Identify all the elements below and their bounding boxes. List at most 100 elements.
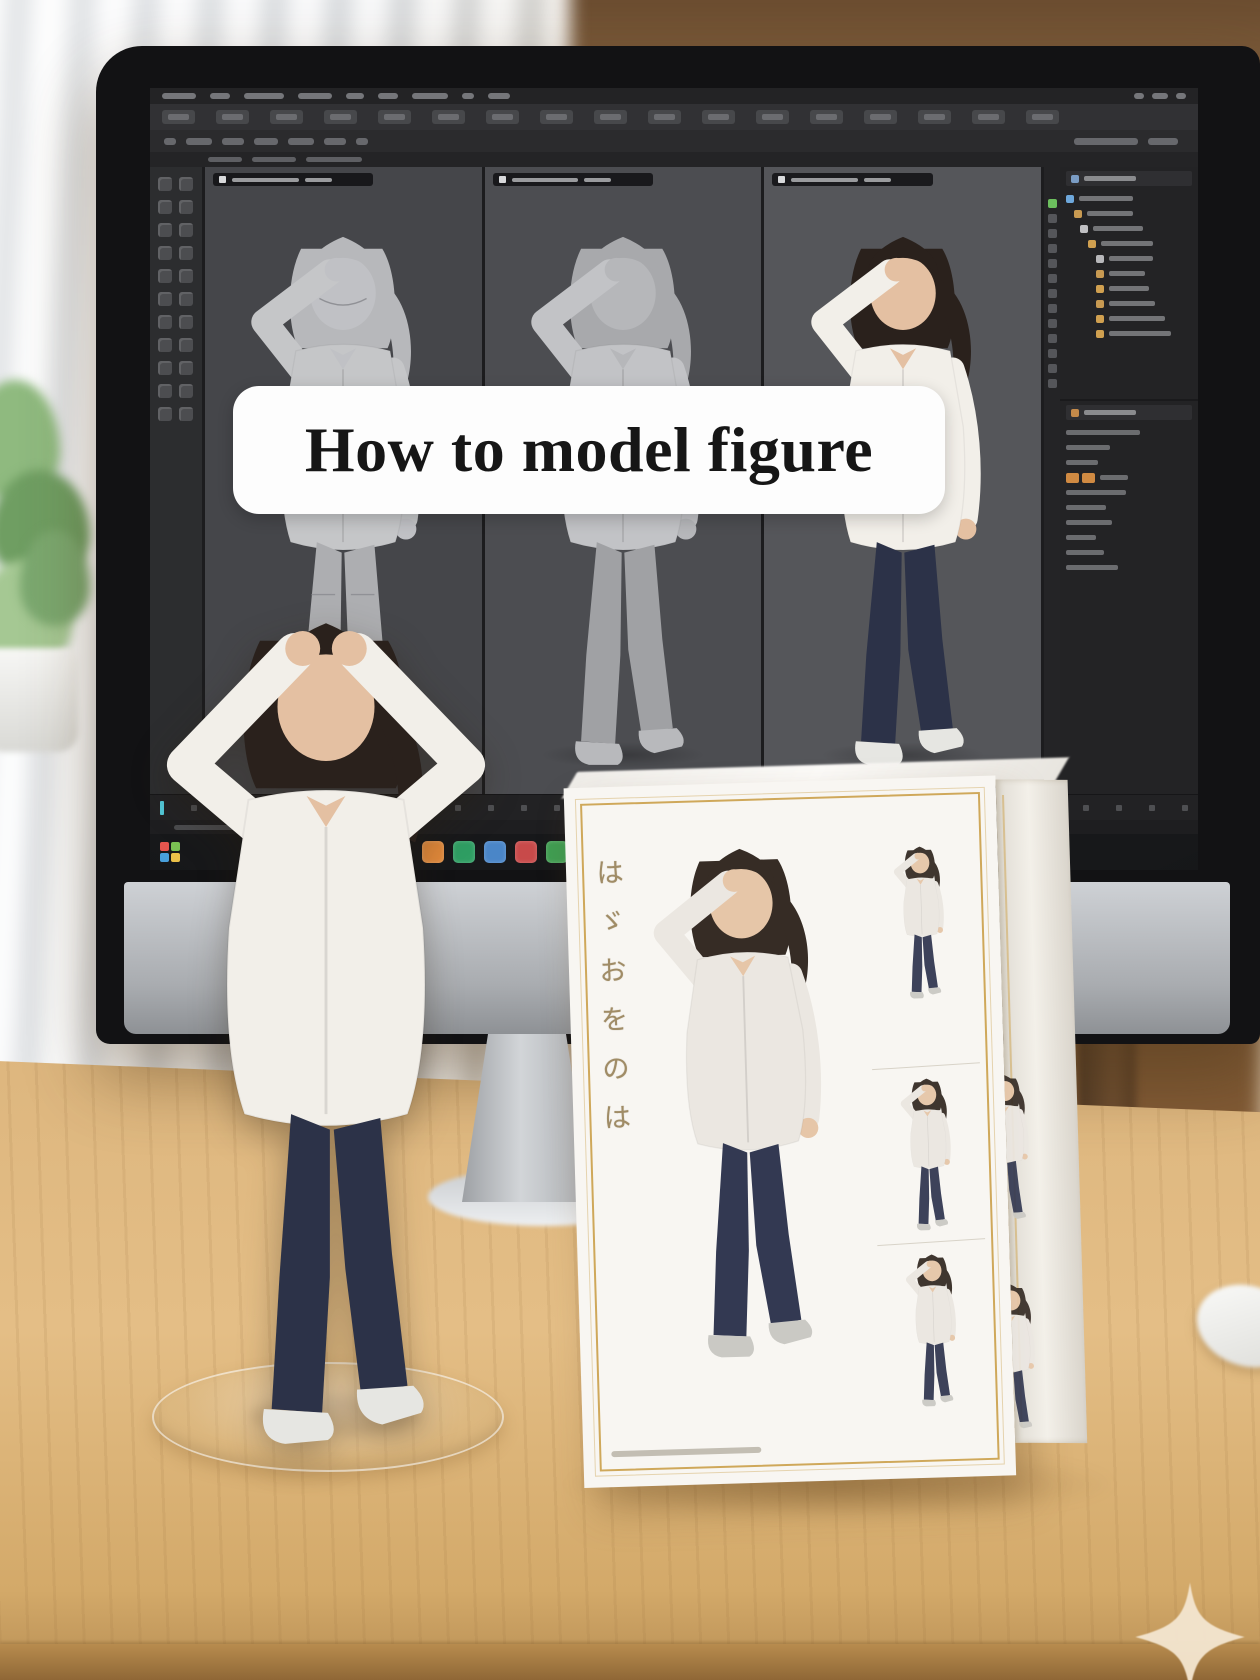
object-type-icon (1096, 330, 1104, 338)
outliner-item (1096, 311, 1192, 326)
outliner-item (1096, 281, 1192, 296)
timeline-tick (1116, 805, 1122, 811)
tool-row (158, 315, 194, 329)
app-menubar (150, 88, 1198, 104)
property-row (1066, 440, 1192, 455)
status-row (150, 152, 1198, 167)
object-type-icon (1096, 285, 1104, 293)
app-toolbar (150, 104, 1198, 130)
tool-row (158, 246, 194, 260)
tool-icon (158, 223, 172, 237)
tool-row (158, 384, 194, 398)
tool-icon (158, 292, 172, 306)
tool-icon (158, 269, 172, 283)
property-label (1066, 460, 1098, 465)
toolbar-button (594, 110, 627, 124)
property-label (1066, 565, 1118, 570)
object-type-icon (1096, 270, 1104, 278)
material-swatch (1082, 473, 1095, 483)
desk-front-edge (0, 1644, 1260, 1680)
menu-item (210, 93, 230, 99)
window-control (1152, 93, 1168, 99)
strip-icon (1048, 289, 1057, 298)
tool-icon (179, 338, 193, 352)
tool-icon (158, 384, 172, 398)
toolbar-button (648, 110, 681, 124)
tool-icon (158, 338, 172, 352)
object-label (1087, 211, 1133, 216)
tool-icon (179, 269, 193, 283)
tool-row (158, 292, 194, 306)
tool-icon (158, 177, 172, 191)
object-label (1101, 241, 1153, 246)
menu-item (412, 93, 448, 99)
object-type-icon (1066, 195, 1074, 203)
status-item (208, 157, 242, 162)
material-swatch (1066, 473, 1079, 483)
tool-icon (179, 200, 193, 214)
toolbar-button (756, 110, 789, 124)
property-label (1066, 430, 1140, 435)
viewport-header (493, 173, 653, 186)
toolbar-button (432, 110, 465, 124)
tool-row (158, 200, 194, 214)
property-row (1066, 500, 1192, 515)
toolbar-button (864, 110, 897, 124)
tool-icon (179, 384, 193, 398)
object-label (1109, 271, 1145, 276)
object-type-icon (1088, 240, 1096, 248)
tool-option (254, 138, 278, 145)
toolbar-button (162, 110, 195, 124)
toolbar-button (540, 110, 573, 124)
object-label (1079, 196, 1133, 201)
timeline-tick (1182, 805, 1188, 811)
strip-icon (1048, 229, 1057, 238)
property-row (1066, 470, 1192, 485)
property-row (1066, 530, 1192, 545)
tool-option (356, 138, 368, 145)
tool-icon (179, 315, 193, 329)
toolbar-button (216, 110, 249, 124)
plant-pot (0, 648, 78, 752)
toolbar-button (918, 110, 951, 124)
property-label (1100, 475, 1128, 480)
box-main-photo (613, 815, 881, 1378)
object-label (1109, 256, 1153, 261)
object-type-icon (1074, 210, 1082, 218)
toolbar-button (270, 110, 303, 124)
menu-item (346, 93, 364, 99)
title-overlay: How to model figure (233, 386, 945, 514)
box-front-face: はゞおをのは (564, 776, 1017, 1489)
timeline-tick (521, 805, 527, 811)
sparkle-icon (1130, 1582, 1250, 1680)
tool-options-row (150, 130, 1198, 152)
object-label (1093, 226, 1143, 231)
page-title: How to model figure (305, 413, 873, 487)
strip-icon (1048, 349, 1057, 358)
property-label (1066, 505, 1106, 510)
strip-icon (1048, 379, 1057, 388)
material-swatches (1066, 473, 1095, 483)
strip-icon (1048, 304, 1057, 313)
tool-icon (179, 246, 193, 260)
box-photo-small-2 (880, 1072, 977, 1233)
outliner-icon (1071, 175, 1079, 183)
tool-row (158, 407, 194, 421)
outliner-item (1080, 221, 1192, 236)
strip-icon (1048, 214, 1057, 223)
photo-scene: はゞおをのは How to model figure (0, 0, 1260, 1680)
right-icon-strip (1044, 167, 1060, 794)
viewport-header (213, 173, 373, 186)
tool-icon (179, 361, 193, 375)
tool-icon (179, 223, 193, 237)
menu-item (488, 93, 510, 99)
toolbar-button (972, 110, 1005, 124)
properties-header (1066, 405, 1192, 420)
tool-option (186, 138, 212, 145)
properties-panel (1060, 401, 1198, 794)
object-label (1109, 331, 1171, 336)
property-row (1066, 455, 1192, 470)
object-label (1109, 316, 1165, 321)
strip-icon (1048, 259, 1057, 268)
tool-icon (158, 315, 172, 329)
